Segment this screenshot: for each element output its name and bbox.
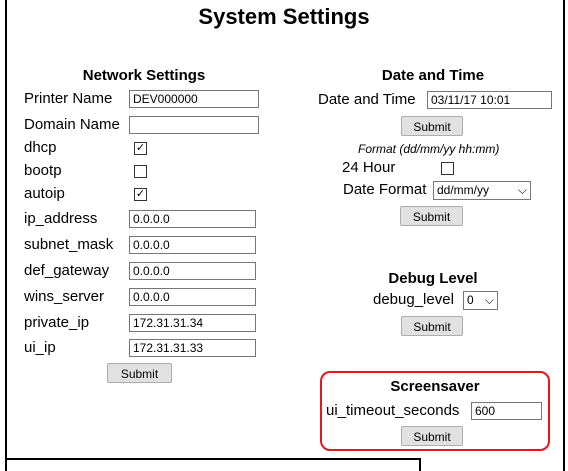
- domain-name-label: Domain Name: [24, 116, 120, 133]
- date-time-input[interactable]: [427, 91, 552, 109]
- subnet-mask-label: subnet_mask: [24, 236, 114, 253]
- network-settings-heading: Network Settings: [82, 67, 206, 84]
- screensaver-heading: Screensaver: [390, 378, 480, 395]
- date-time-submit-button[interactable]: Submit: [401, 116, 463, 136]
- dhcp-label: dhcp: [24, 139, 57, 156]
- debug-level-value: 0: [467, 293, 474, 307]
- date-format-hint: Format (dd/mm/yy hh:mm): [358, 142, 500, 156]
- debug-level-heading: Debug Level: [388, 270, 478, 287]
- domain-name-input[interactable]: [129, 116, 259, 134]
- dhcp-checkbox[interactable]: ✓: [134, 142, 147, 155]
- screensaver-submit-button[interactable]: Submit: [401, 426, 463, 446]
- private-ip-label: private_ip: [24, 314, 90, 331]
- ui-ip-label: ui_ip: [24, 339, 56, 356]
- bootp-checkbox[interactable]: [134, 165, 147, 178]
- debug-level-select[interactable]: 0 ⌵: [463, 291, 498, 310]
- page-border-right: [563, 0, 565, 471]
- page-border-left: [5, 0, 7, 471]
- debug-submit-button[interactable]: Submit: [401, 316, 463, 336]
- hour24-label: 24 Hour: [342, 159, 396, 176]
- page-border-bottom: [5, 458, 419, 460]
- printer-name-input[interactable]: [129, 90, 259, 108]
- ip-address-label: ip_address: [24, 210, 98, 227]
- date-format-submit-button[interactable]: Submit: [400, 206, 463, 226]
- bootp-label: bootp: [24, 162, 62, 179]
- printer-name-label: Printer Name: [24, 90, 113, 107]
- chevron-down-icon: ⌵: [517, 183, 527, 197]
- network-submit-button[interactable]: Submit: [107, 363, 172, 383]
- wins-server-input[interactable]: [129, 288, 256, 306]
- ui-timeout-input[interactable]: [471, 402, 542, 420]
- chevron-down-icon: ⌵: [484, 293, 494, 307]
- autoip-checkbox[interactable]: ✓: [134, 188, 147, 201]
- wins-server-label: wins_server: [24, 288, 105, 305]
- ip-address-input[interactable]: [129, 210, 256, 228]
- date-format-select[interactable]: dd/mm/yy ⌵: [433, 181, 531, 200]
- def-gateway-input[interactable]: [129, 262, 256, 280]
- def-gateway-label: def_gateway: [24, 262, 110, 279]
- page-border-notch: [419, 458, 421, 471]
- hour24-checkbox[interactable]: [441, 162, 454, 175]
- date-format-label: Date Format: [343, 181, 427, 198]
- page-title: System Settings: [198, 4, 370, 29]
- subnet-mask-input[interactable]: [129, 236, 256, 254]
- date-format-value: dd/mm/yy: [437, 183, 490, 197]
- private-ip-input[interactable]: [129, 314, 256, 332]
- autoip-label: autoip: [24, 185, 65, 202]
- debug-level-label: debug_level: [373, 291, 454, 308]
- date-time-heading: Date and Time: [381, 67, 485, 84]
- date-time-label: Date and Time: [318, 91, 416, 108]
- ui-ip-input[interactable]: [129, 339, 256, 357]
- ui-timeout-label: ui_timeout_seconds: [326, 402, 460, 419]
